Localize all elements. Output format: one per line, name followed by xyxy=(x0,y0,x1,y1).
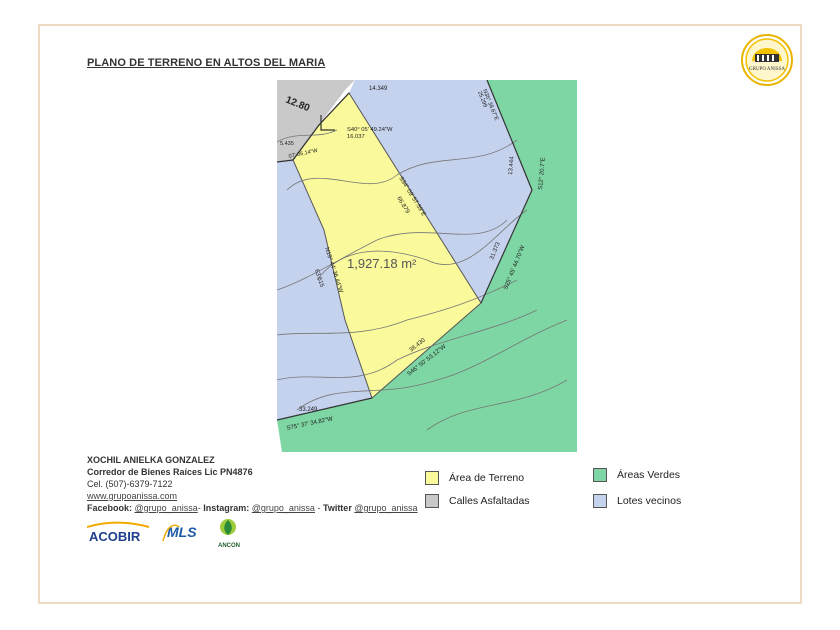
facebook-link[interactable]: @grupo_anissa xyxy=(135,503,198,513)
acobir-logo: ACOBIR xyxy=(87,521,150,544)
facebook-label: Facebook: xyxy=(87,503,133,513)
label-top-dist: 14.349 xyxy=(369,86,388,92)
social-links: Facebook: @grupo_anissa- Instagram: @gru… xyxy=(87,502,418,514)
svg-text:GRUPO ANISSA: GRUPO ANISSA xyxy=(749,67,785,72)
legend-item-calles: Calles Asfaltadas xyxy=(425,494,530,508)
legend-swatch xyxy=(593,468,607,482)
page-title: PLANO DE TERRENO EN ALTOS DEL MARIA xyxy=(87,57,326,69)
legend-swatch xyxy=(593,494,607,508)
label-inner-bearing: S40° 05' 49.24"W xyxy=(347,127,393,133)
partner-logos: ACOBIR MLS ANCON xyxy=(87,519,240,549)
instagram-label: Instagram: xyxy=(203,503,250,513)
legend-item-terreno: Área de Terreno xyxy=(425,471,524,485)
agent-role: Corredor de Bienes Raíces Lic PN4876 xyxy=(87,467,253,477)
legend-label: Áreas Verdes xyxy=(617,469,681,481)
land-plot-map: 12.80 14.349 N35° 38.67"E 25.299 5.435 0… xyxy=(277,80,577,452)
separator: - xyxy=(197,503,201,513)
ancon-logo: ANCON xyxy=(218,519,240,549)
agent-phone: Cel. (507)-6379-7122 xyxy=(87,479,173,489)
contact-block: XOCHIL ANIELKA GONZALEZ Corredor de Bien… xyxy=(87,454,418,514)
label-low-dist: 33.249 xyxy=(299,407,318,413)
website-link[interactable]: www.grupoanissa.com xyxy=(87,490,418,502)
svg-text:ACOBIR: ACOBIR xyxy=(89,529,141,544)
legend-label: Área de Terreno xyxy=(449,472,525,484)
label-inner-dist: 16.037 xyxy=(347,134,365,140)
svg-text:ANCON: ANCON xyxy=(218,543,240,549)
legend-label: Lotes vecinos xyxy=(617,495,682,507)
instagram-link[interactable]: @grupo_anissa xyxy=(252,503,315,513)
legend-swatch xyxy=(425,471,439,485)
legend-label: Calles Asfaltadas xyxy=(449,495,530,507)
legend-swatch xyxy=(425,494,439,508)
agent-name: XOCHIL ANIELKA GONZALEZ xyxy=(87,455,215,465)
label-left-top-dist: 5.435 xyxy=(280,141,294,147)
area-label: 1,927.18 m² xyxy=(347,256,417,271)
grupo-anissa-logo: GRUPO ANISSA xyxy=(741,34,793,86)
twitter-label: Twitter xyxy=(322,503,352,513)
legend-item-areas-verdes: Áreas Verdes xyxy=(593,468,680,482)
separator: - xyxy=(317,503,321,513)
mls-logo: MLS xyxy=(162,524,197,542)
legend-item-lotes: Lotes vecinos xyxy=(593,494,681,508)
twitter-link[interactable]: @grupo_anissa xyxy=(354,503,417,513)
